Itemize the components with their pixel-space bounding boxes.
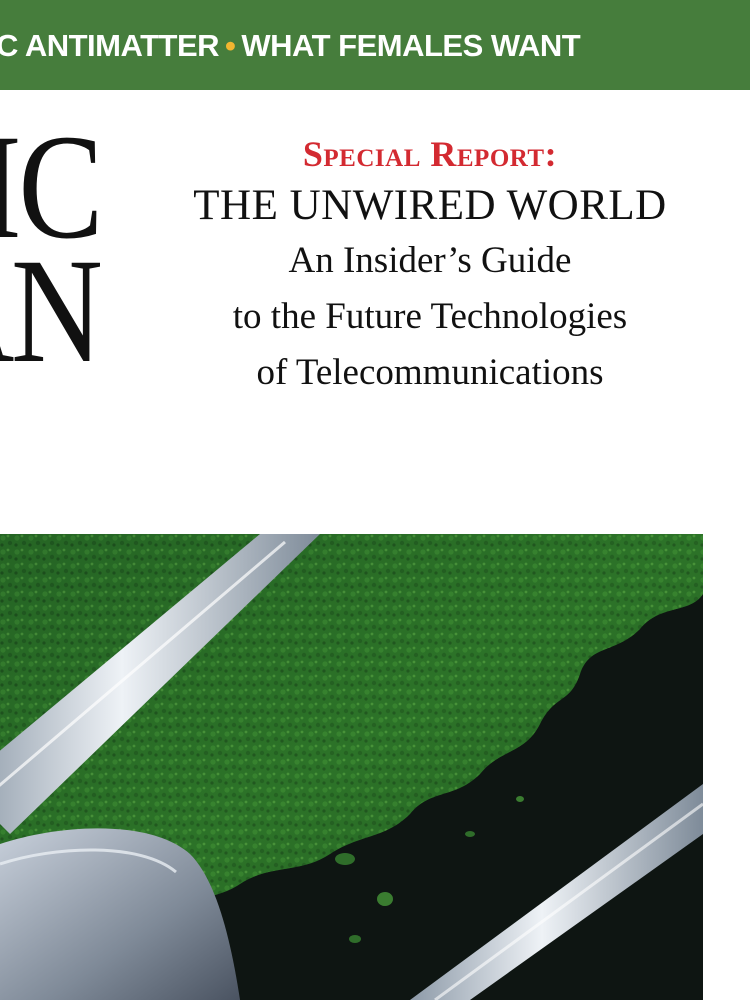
masthead-logo: IC AN — [0, 118, 100, 398]
bullet-separator: • — [225, 28, 236, 63]
special-report-kicker: Special Report: — [302, 134, 558, 174]
special-report-subtitle-3: of Telecommunications — [256, 352, 604, 393]
magazine-cover: C ANTIMATTER•WHAT FEMALES WANT IC AN Spe… — [0, 0, 750, 1000]
special-report-subtitle-1: An Insider’s Guide — [288, 240, 572, 281]
masthead-line-2: AN — [0, 228, 100, 394]
special-report-title: THE UNWIRED WORLD — [193, 182, 667, 229]
cover-line-antimatter: C ANTIMATTER — [0, 28, 220, 63]
special-report-subtitle-2: to the Future Technologies — [232, 296, 628, 337]
cover-line-females: WHAT FEMALES WANT — [241, 28, 581, 63]
cover-lines-text: C ANTIMATTER • WHAT FEMALES WANT — [0, 28, 581, 64]
satellite-illustration — [0, 534, 703, 1000]
satellite-earth-photo — [0, 534, 703, 1000]
special-report-block: Special Report: THE UNWIRED WORLD An Ins… — [130, 132, 730, 400]
cover-lines-banner: C ANTIMATTER • WHAT FEMALES WANT — [0, 0, 750, 90]
